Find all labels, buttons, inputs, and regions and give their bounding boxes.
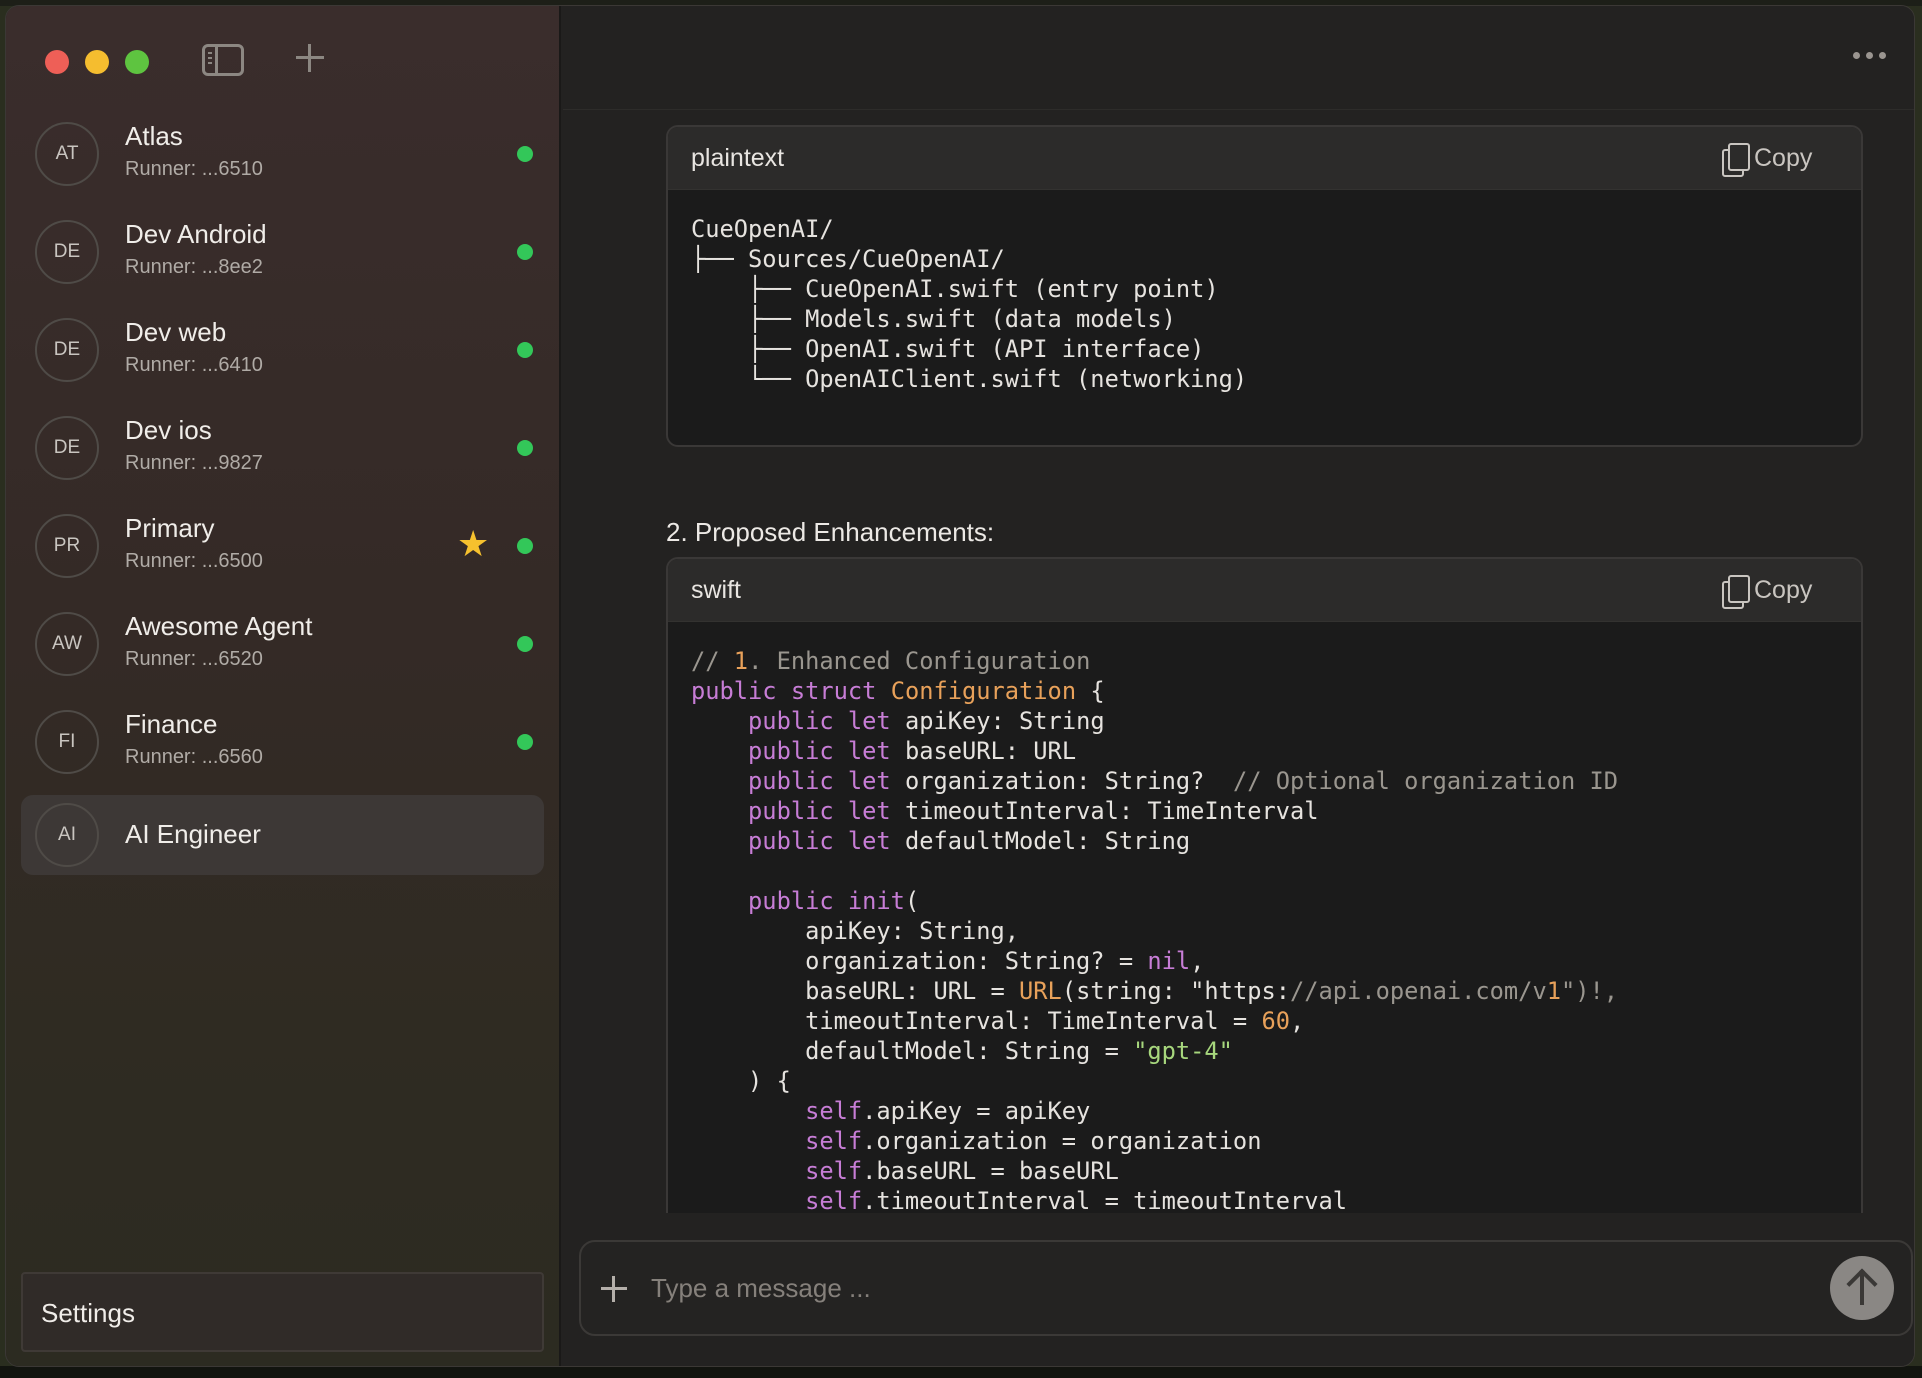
- avatar: DE: [35, 318, 99, 382]
- code-line: public let defaultModel: String: [748, 827, 1191, 855]
- code-content: // 1. Enhanced Configuration public stru…: [668, 622, 1861, 1213]
- settings-label: Settings: [41, 1298, 135, 1328]
- code-line: └── OpenAIClient.swift (networking): [691, 365, 1248, 393]
- copy-button[interactable]: Copy: [1722, 141, 1813, 177]
- settings-button[interactable]: Settings: [21, 1272, 544, 1352]
- copy-button[interactable]: Copy: [1722, 573, 1813, 609]
- agent-runner: Runner: ...6560: [125, 746, 263, 768]
- avatar: FI: [35, 710, 99, 774]
- code-line: ├── OpenAI.swift (API interface): [691, 335, 1205, 363]
- copy-label: Copy: [1754, 575, 1813, 604]
- code-line: public struct Configuration {: [691, 677, 1105, 705]
- minimize-window-button[interactable]: [85, 50, 109, 74]
- more-icon[interactable]: [1853, 52, 1887, 60]
- sidebar: AT Atlas Runner: ...6510 DE Dev Android …: [6, 6, 561, 1366]
- code-line: self.apiKey = apiKey: [805, 1097, 1091, 1125]
- online-status-icon: [517, 342, 533, 358]
- code-line: baseURL: URL = URL(string: "https://api.…: [691, 977, 1619, 1005]
- code-language-label: swift: [691, 576, 741, 604]
- agent-item-dev-android[interactable]: DE Dev Android Runner: ...8ee2: [21, 212, 544, 292]
- new-agent-plus-icon[interactable]: [294, 42, 326, 74]
- agent-name: Awesome Agent: [125, 611, 313, 641]
- code-content: CueOpenAI/ ├── Sources/CueOpenAI/ ├── Cu…: [668, 190, 1861, 394]
- agent-item-finance[interactable]: FI Finance Runner: ...6560: [21, 702, 544, 782]
- agent-name: Finance: [125, 709, 218, 739]
- online-status-icon: [517, 734, 533, 750]
- avatar: PR: [35, 514, 99, 578]
- avatar: DE: [35, 416, 99, 480]
- agent-name: Atlas: [125, 121, 183, 151]
- code-line: self.timeoutInterval = timeoutInterval: [805, 1187, 1348, 1213]
- section-title: 2. Proposed Enhancements:: [666, 517, 995, 547]
- agent-item-atlas[interactable]: AT Atlas Runner: ...6510: [21, 114, 544, 194]
- avatar: AT: [35, 122, 99, 186]
- code-line: self.organization = organization: [805, 1127, 1262, 1155]
- sidebar-toggle-icon[interactable]: [202, 44, 244, 76]
- online-status-icon: [517, 440, 533, 456]
- agent-name: AI Engineer: [125, 819, 261, 849]
- code-language-label: plaintext: [691, 144, 785, 172]
- avatar: DE: [35, 220, 99, 284]
- code-line: public let baseURL: URL: [748, 737, 1077, 765]
- agent-runner: Runner: ...6410: [125, 354, 263, 376]
- star-icon[interactable]: ★: [457, 526, 493, 562]
- avatar: AI: [35, 803, 99, 867]
- copy-icon: [1722, 575, 1750, 609]
- copy-icon: [1722, 143, 1750, 177]
- message-scroll-area[interactable]: plaintext Copy CueOpenAI/ ├── Sources/Cu…: [563, 112, 1914, 1213]
- desktop-background-bottom: [0, 1366, 1922, 1378]
- code-line: // 1. Enhanced Configuration: [691, 647, 1091, 675]
- code-line: CueOpenAI/: [691, 215, 834, 243]
- code-block-plaintext: plaintext Copy CueOpenAI/ ├── Sources/Cu…: [666, 125, 1863, 447]
- send-arrow-icon[interactable]: [1830, 1256, 1894, 1320]
- online-status-icon: [517, 244, 533, 260]
- code-line: ) {: [691, 1067, 791, 1095]
- attach-plus-icon[interactable]: [601, 1276, 627, 1302]
- copy-label: Copy: [1754, 143, 1813, 172]
- online-status-icon: [517, 538, 533, 554]
- agent-runner: Runner: ...6520: [125, 648, 263, 670]
- app-window: AT Atlas Runner: ...6510 DE Dev Android …: [5, 5, 1915, 1367]
- message-composer: [579, 1240, 1913, 1336]
- message-input[interactable]: [651, 1268, 1801, 1308]
- online-status-icon: [517, 146, 533, 162]
- agent-name: Dev ios: [125, 415, 212, 445]
- agent-item-ai-engineer[interactable]: AI AI Engineer: [21, 795, 544, 875]
- agent-name: Dev Android: [125, 219, 267, 249]
- code-line: public init(: [748, 887, 920, 915]
- code-line: public let apiKey: String: [748, 707, 1105, 735]
- code-line: public let timeoutInterval: TimeInterval: [748, 797, 1319, 825]
- code-line: ├── Models.swift (data models): [691, 305, 1176, 333]
- code-line: organization: String? = nil,: [691, 947, 1205, 975]
- code-line: ├── Sources/CueOpenAI/: [691, 245, 1005, 273]
- agent-item-primary[interactable]: PR Primary Runner: ...6500 ★: [21, 506, 544, 586]
- code-line: defaultModel: String = "gpt-4": [691, 1037, 1233, 1065]
- zoom-window-button[interactable]: [125, 50, 149, 74]
- online-status-icon: [517, 636, 533, 652]
- close-window-button[interactable]: [45, 50, 69, 74]
- code-line: apiKey: String,: [691, 917, 1020, 945]
- top-bar: [563, 6, 1914, 110]
- code-block-swift: swift Copy // 1. Enhanced Configuration …: [666, 557, 1863, 1213]
- chat-panel: plaintext Copy CueOpenAI/ ├── Sources/Cu…: [563, 6, 1914, 1366]
- agent-runner: Runner: ...9827: [125, 452, 263, 474]
- code-line: ├── CueOpenAI.swift (entry point): [691, 275, 1219, 303]
- agent-runner: Runner: ...6510: [125, 158, 263, 180]
- agent-runner: Runner: ...6500: [125, 550, 263, 572]
- code-line: timeoutInterval: TimeInterval = 60,: [691, 1007, 1305, 1035]
- agent-item-dev-web[interactable]: DE Dev web Runner: ...6410: [21, 310, 544, 390]
- avatar: AW: [35, 612, 99, 676]
- agent-item-dev-ios[interactable]: DE Dev ios Runner: ...9827: [21, 408, 544, 488]
- agent-name: Primary: [125, 513, 215, 543]
- agent-runner: Runner: ...8ee2: [125, 256, 263, 278]
- code-line: public let organization: String? // Opti…: [748, 767, 1619, 795]
- code-block-header: plaintext Copy: [668, 127, 1861, 190]
- code-line: self.baseURL = baseURL: [805, 1157, 1119, 1185]
- code-block-header: swift Copy: [668, 559, 1861, 622]
- agent-name: Dev web: [125, 317, 227, 347]
- agent-item-awesome-agent[interactable]: AW Awesome Agent Runner: ...6520: [21, 604, 544, 684]
